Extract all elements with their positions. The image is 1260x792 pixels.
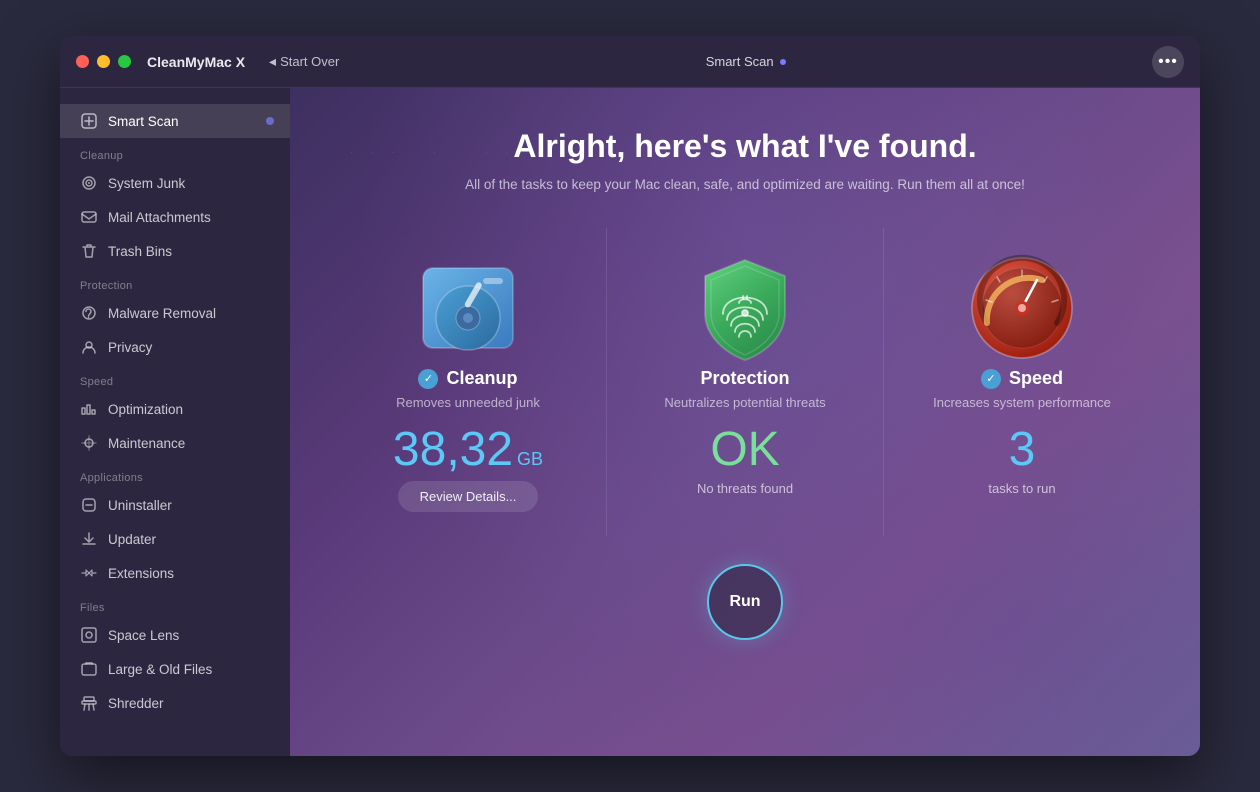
privacy-icon [80,338,98,356]
cleanup-title-row: ✓ Cleanup [418,368,517,389]
more-button[interactable]: ••• [1152,46,1184,78]
sidebar-item-trash-bins[interactable]: Trash Bins [60,234,290,268]
sidebar-label-trash-bins: Trash Bins [108,244,172,259]
sidebar-section-applications: Applications [60,460,290,488]
review-details-button[interactable]: Review Details... [398,481,539,512]
headline: Alright, here's what I've found. [513,128,976,165]
sidebar-label-large-old-files: Large & Old Files [108,662,212,677]
main-content: Smart Scan Cleanup System Junk [60,88,1200,756]
speed-value: 3 [1009,422,1036,477]
cleanup-card-icon [408,248,528,368]
cleanup-subtitle: Removes unneeded junk [396,395,540,410]
scan-dot [780,59,786,65]
sidebar-item-smart-scan[interactable]: Smart Scan [60,104,290,138]
optimization-icon [80,400,98,418]
sidebar-item-malware-removal[interactable]: Malware Removal [60,296,290,330]
speed-title-row: ✓ Speed [981,368,1063,389]
sidebar-label-system-junk: System Junk [108,176,185,191]
scan-label: Smart Scan [706,54,786,69]
sidebar-label-extensions: Extensions [108,566,174,581]
speed-check-icon: ✓ [981,369,1001,389]
sidebar-section-files: Files [60,590,290,618]
cards-row: ✓ Cleanup Removes unneeded junk 38,32GB … [330,228,1160,536]
trash-icon [80,242,98,260]
sidebar-item-updater[interactable]: Updater [60,522,290,556]
cleanup-value: 38,32GB [393,422,543,477]
large-old-files-icon [80,660,98,678]
cleanup-card: ✓ Cleanup Removes unneeded junk 38,32GB … [330,228,607,536]
titlebar: CleanMyMac X ◂ Start Over Smart Scan ••• [60,36,1200,88]
close-button[interactable] [76,55,89,68]
subheadline: All of the tasks to keep your Mac clean,… [465,177,1025,192]
speed-note: tasks to run [988,481,1055,496]
shredder-icon [80,694,98,712]
sidebar-label-uninstaller: Uninstaller [108,498,172,513]
space-lens-icon [80,626,98,644]
sidebar-label-updater: Updater [108,532,156,547]
protection-title: Protection [700,368,789,389]
sidebar-item-large-old-files[interactable]: Large & Old Files [60,652,290,686]
sidebar-item-extensions[interactable]: Extensions [60,556,290,590]
maximize-button[interactable] [118,55,131,68]
titlebar-center: Smart Scan [339,54,1152,69]
sidebar-label-maintenance: Maintenance [108,436,185,451]
run-button-container: Run [707,564,783,640]
sidebar-label-smart-scan: Smart Scan [108,114,179,129]
back-arrow-icon: ◂ [269,53,276,70]
traffic-lights [76,55,131,68]
cleanup-check-icon: ✓ [418,369,438,389]
app-title: CleanMyMac X [147,54,245,70]
protection-card-icon [685,248,805,368]
app-window: CleanMyMac X ◂ Start Over Smart Scan ••• [60,36,1200,756]
sidebar-label-space-lens: Space Lens [108,628,179,643]
sidebar-item-shredder[interactable]: Shredder [60,686,290,720]
sidebar-item-uninstaller[interactable]: Uninstaller [60,488,290,522]
malware-icon [80,304,98,322]
scan-text: Smart Scan [706,54,774,69]
protection-subtitle: Neutralizes potential threats [664,395,825,410]
protection-note: No threats found [697,481,793,496]
sidebar-item-maintenance[interactable]: Maintenance [60,426,290,460]
system-junk-icon [80,174,98,192]
run-button[interactable]: Run [707,564,783,640]
sidebar-label-privacy: Privacy [108,340,152,355]
maintenance-icon [80,434,98,452]
sidebar-label-mail-attachments: Mail Attachments [108,210,211,225]
protection-card: Protection Neutralizes potential threats… [607,228,884,536]
cleanup-title: Cleanup [446,368,517,389]
mail-icon [80,208,98,226]
back-button[interactable]: ◂ Start Over [269,53,339,70]
sidebar-item-system-junk[interactable]: System Junk [60,166,290,200]
sidebar-item-privacy[interactable]: Privacy [60,330,290,364]
extensions-icon [80,564,98,582]
content-area: Alright, here's what I've found. All of … [290,88,1200,756]
sidebar-item-optimization[interactable]: Optimization [60,392,290,426]
sidebar-label-optimization: Optimization [108,402,183,417]
sidebar-label-malware-removal: Malware Removal [108,306,216,321]
speed-card-icon [962,248,1082,368]
sidebar-item-mail-attachments[interactable]: Mail Attachments [60,200,290,234]
speed-card: ✓ Speed Increases system performance 3 t… [884,228,1160,536]
smart-scan-icon [80,112,98,130]
speed-subtitle: Increases system performance [933,395,1111,410]
updater-icon [80,530,98,548]
sidebar-section-cleanup: Cleanup [60,138,290,166]
back-label: Start Over [280,54,339,69]
protection-title-row: Protection [700,368,789,389]
sidebar-item-space-lens[interactable]: Space Lens [60,618,290,652]
more-icon: ••• [1158,53,1178,71]
sidebar: Smart Scan Cleanup System Junk [60,88,290,756]
sidebar-label-shredder: Shredder [108,696,164,711]
sidebar-section-speed: Speed [60,364,290,392]
minimize-button[interactable] [97,55,110,68]
uninstaller-icon [80,496,98,514]
protection-value: OK [710,422,779,477]
sidebar-section-protection: Protection [60,268,290,296]
speed-title: Speed [1009,368,1063,389]
